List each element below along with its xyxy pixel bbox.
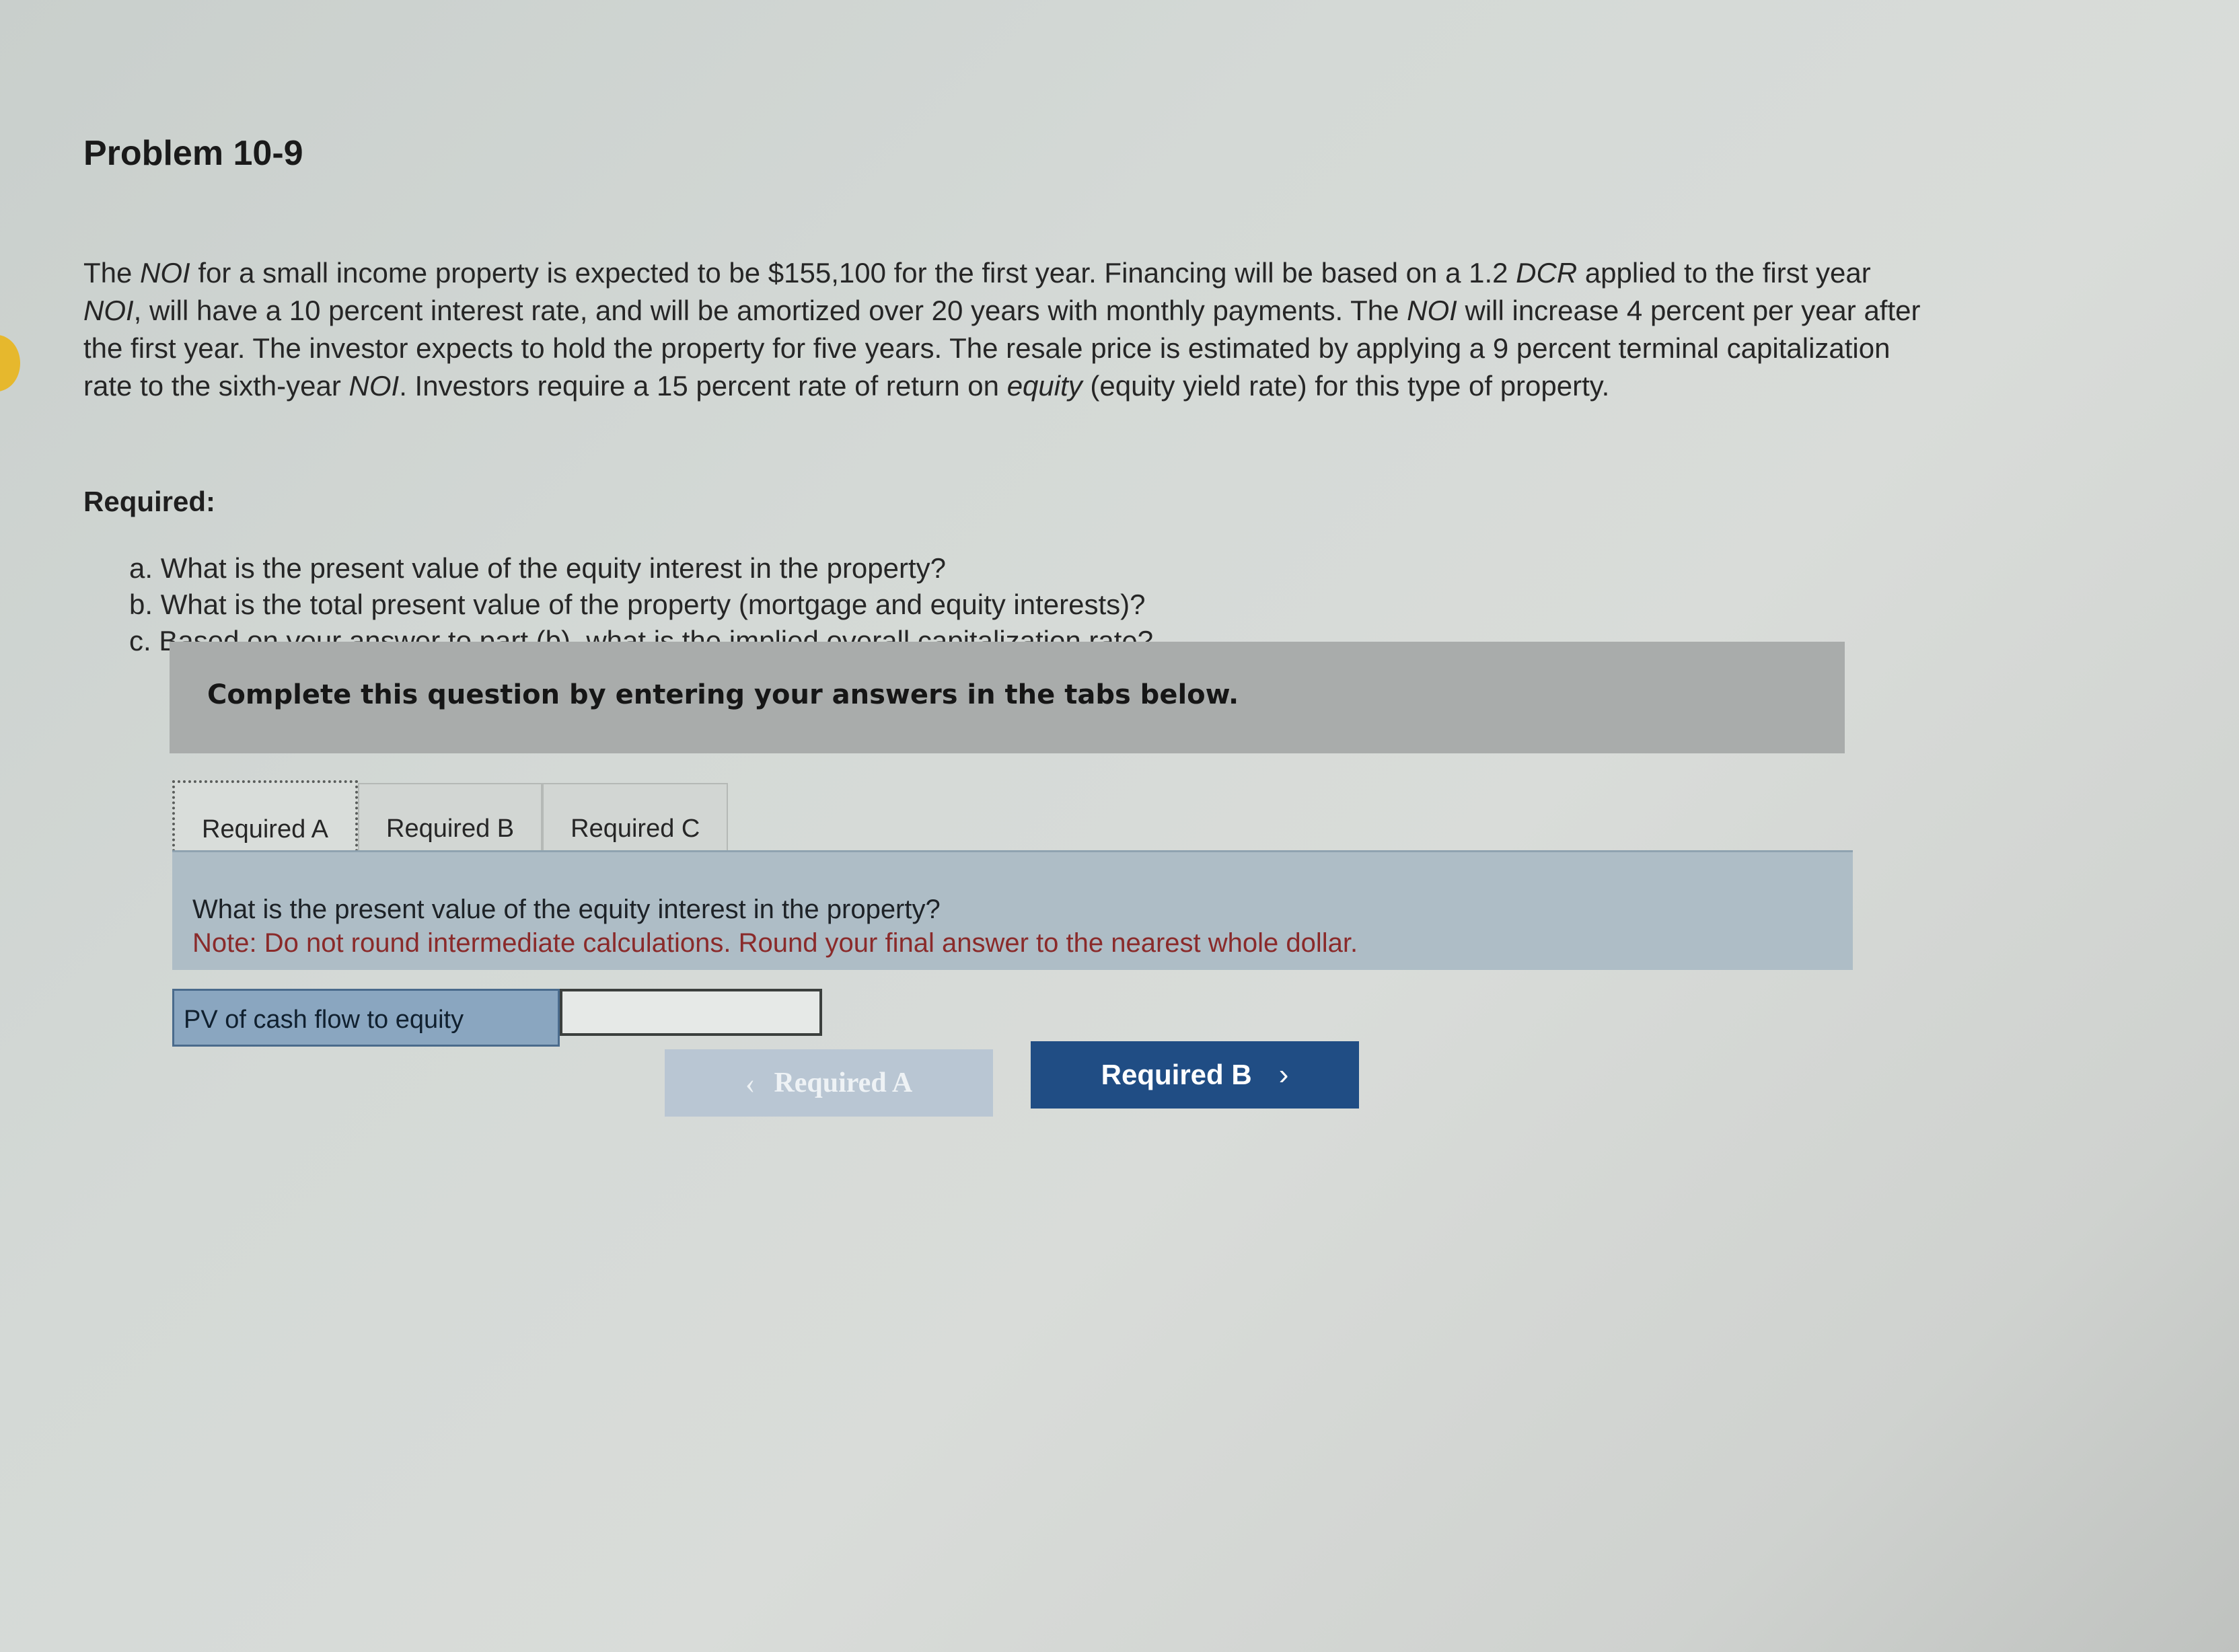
next-button[interactable]: Required B › <box>1031 1041 1359 1109</box>
required-heading: Required: <box>83 486 216 517</box>
answer-row: PV of cash flow to equity <box>172 989 822 1047</box>
problem-text-part: DCR <box>1516 257 1578 289</box>
problem-text-part: NOI <box>140 257 190 289</box>
problem-text-part: for a small income property is expected … <box>190 257 1516 289</box>
question-note: Note: Do not round intermediate calculat… <box>192 928 1358 958</box>
instructions-banner: Complete this question by entering your … <box>170 642 1845 753</box>
pv-equity-input[interactable] <box>560 989 822 1036</box>
edge-indicator <box>0 335 20 391</box>
required-item-b: b. What is the total present value of th… <box>129 589 1146 620</box>
problem-text-part: NOI <box>348 370 400 402</box>
problem-text-part: The <box>83 257 141 289</box>
page-title: Problem 10-9 <box>83 134 303 173</box>
problem-text-part: applied to the first year <box>1577 257 1871 289</box>
question-panel: What is the present value of the equity … <box>172 850 1853 970</box>
problem-statement: The NOI for a small income property is e… <box>83 254 1927 405</box>
problem-text-part: equity <box>1006 370 1082 402</box>
problem-text-part: . Investors require a 15 percent rate of… <box>399 370 1007 402</box>
problem-text-part: (equity yield rate) for this type of pro… <box>1082 370 1610 402</box>
next-button-label: Required B <box>1101 1059 1252 1090</box>
chevron-left-icon: ‹ <box>745 1066 756 1100</box>
problem-text-part: , will have a 10 percent interest rate, … <box>133 295 1407 326</box>
problem-text-part: NOI <box>83 295 134 326</box>
required-item-a: a. What is the present value of the equi… <box>129 552 947 584</box>
chevron-right-icon: › <box>1278 1058 1289 1091</box>
answer-label: PV of cash flow to equity <box>172 989 560 1047</box>
problem-text-part: NOI <box>1407 295 1457 326</box>
question-prompt: What is the present value of the equity … <box>192 895 941 924</box>
prev-button-label: Required A <box>774 1067 913 1098</box>
prev-button[interactable]: ‹ Required A <box>665 1049 993 1117</box>
